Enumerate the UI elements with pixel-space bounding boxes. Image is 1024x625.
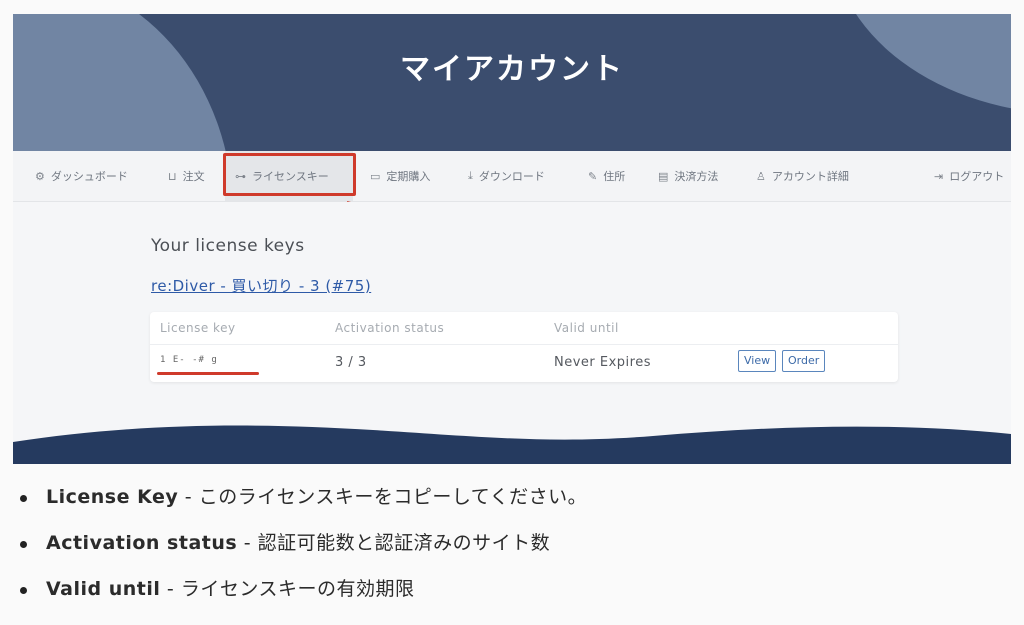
nav-item-dashboard[interactable]: ⚙ ダッシュボード <box>35 151 128 201</box>
license-table: License key Activation status Valid unti… <box>150 312 898 382</box>
nav-item-label: 定期購入 <box>386 170 431 183</box>
account-nav: ⚙ ダッシュボード ⊔ 注文 ⊶ ライセンスキー ▭ 定期購入 ⤓ ダウンロード… <box>13 151 1011 202</box>
list-item: Activation status - 認証可能数と認証済みのサイト数 <box>20 524 587 570</box>
license-content: Your license keys re:Diver - 買い切り - 3 (#… <box>13 202 1011 464</box>
term-description: - 認証可能数と認証済みのサイト数 <box>237 532 551 554</box>
page-title: マイアカウント <box>400 52 624 87</box>
order-button[interactable]: Order <box>782 350 826 372</box>
nav-item-label: 住所 <box>603 170 626 183</box>
gear-icon: ⚙ <box>35 169 45 183</box>
nav-item-label: 注文 <box>182 170 205 183</box>
section-title: Your license keys <box>151 236 305 256</box>
term-label: Valid until <box>46 578 161 600</box>
basket-icon: ⊔ <box>168 169 177 183</box>
nav-item-logout[interactable]: ⇥ ログアウト <box>934 151 1004 201</box>
nav-item-orders[interactable]: ⊔ 注文 <box>168 151 205 201</box>
nav-item-label: アカウント詳細 <box>771 170 849 183</box>
underline-annotation <box>157 372 259 375</box>
nav-item-account-details[interactable]: ♙ アカウント詳細 <box>756 151 849 201</box>
column-header-activation-status: Activation status <box>335 321 445 335</box>
term-description: - ライセンスキーの有効期限 <box>160 578 415 600</box>
edit-icon: ✎ <box>588 169 598 183</box>
card-icon: ▤ <box>658 169 669 183</box>
term-label: Activation status <box>46 532 238 554</box>
screenshot-frame: マイアカウント ⚙ ダッシュボード ⊔ 注文 ⊶ ライセンスキー ▭ 定期購入 … <box>13 14 1011 464</box>
nav-item-label: ダッシュボード <box>50 170 128 183</box>
column-header-valid-until: Valid until <box>554 321 619 335</box>
term-label: License Key <box>46 486 179 508</box>
view-button[interactable]: View <box>738 350 777 372</box>
list-item: License Key - このライセンスキーをコピーしてください。 <box>20 478 587 524</box>
explanation-list: License Key - このライセンスキーをコピーしてください。 Activ… <box>20 478 587 616</box>
highlight-annotation-box <box>223 153 356 196</box>
nav-item-downloads[interactable]: ⤓ ダウンロード <box>468 151 545 201</box>
calendar-icon: ▭ <box>370 169 381 183</box>
table-divider <box>150 344 898 345</box>
footer-wave <box>13 425 1011 464</box>
column-header-license-key: License key <box>160 321 236 335</box>
list-item: Valid until - ライセンスキーの有効期限 <box>20 570 587 616</box>
nav-item-subscriptions[interactable]: ▭ 定期購入 <box>370 151 430 201</box>
nav-item-payment-methods[interactable]: ▤ 決済方法 <box>658 151 718 201</box>
product-link[interactable]: re:Diver - 買い切り - 3 (#75) <box>151 275 371 296</box>
nav-item-addresses[interactable]: ✎ 住所 <box>588 151 625 201</box>
nav-item-label: ダウンロード <box>478 170 545 183</box>
account-header: マイアカウント <box>13 14 1011 151</box>
download-icon: ⤓ <box>468 169 473 182</box>
nav-item-label: 決済方法 <box>674 170 719 183</box>
valid-until-value: Never Expires <box>554 355 651 370</box>
license-key-value[interactable]: 1 E- -# g <box>160 355 218 365</box>
logout-icon: ⇥ <box>934 169 944 183</box>
nav-item-label: ログアウト <box>949 170 1005 183</box>
term-description: - このライセンスキーをコピーしてください。 <box>178 486 588 508</box>
user-icon: ♙ <box>756 169 766 183</box>
activation-status-value: 3 / 3 <box>335 355 367 370</box>
